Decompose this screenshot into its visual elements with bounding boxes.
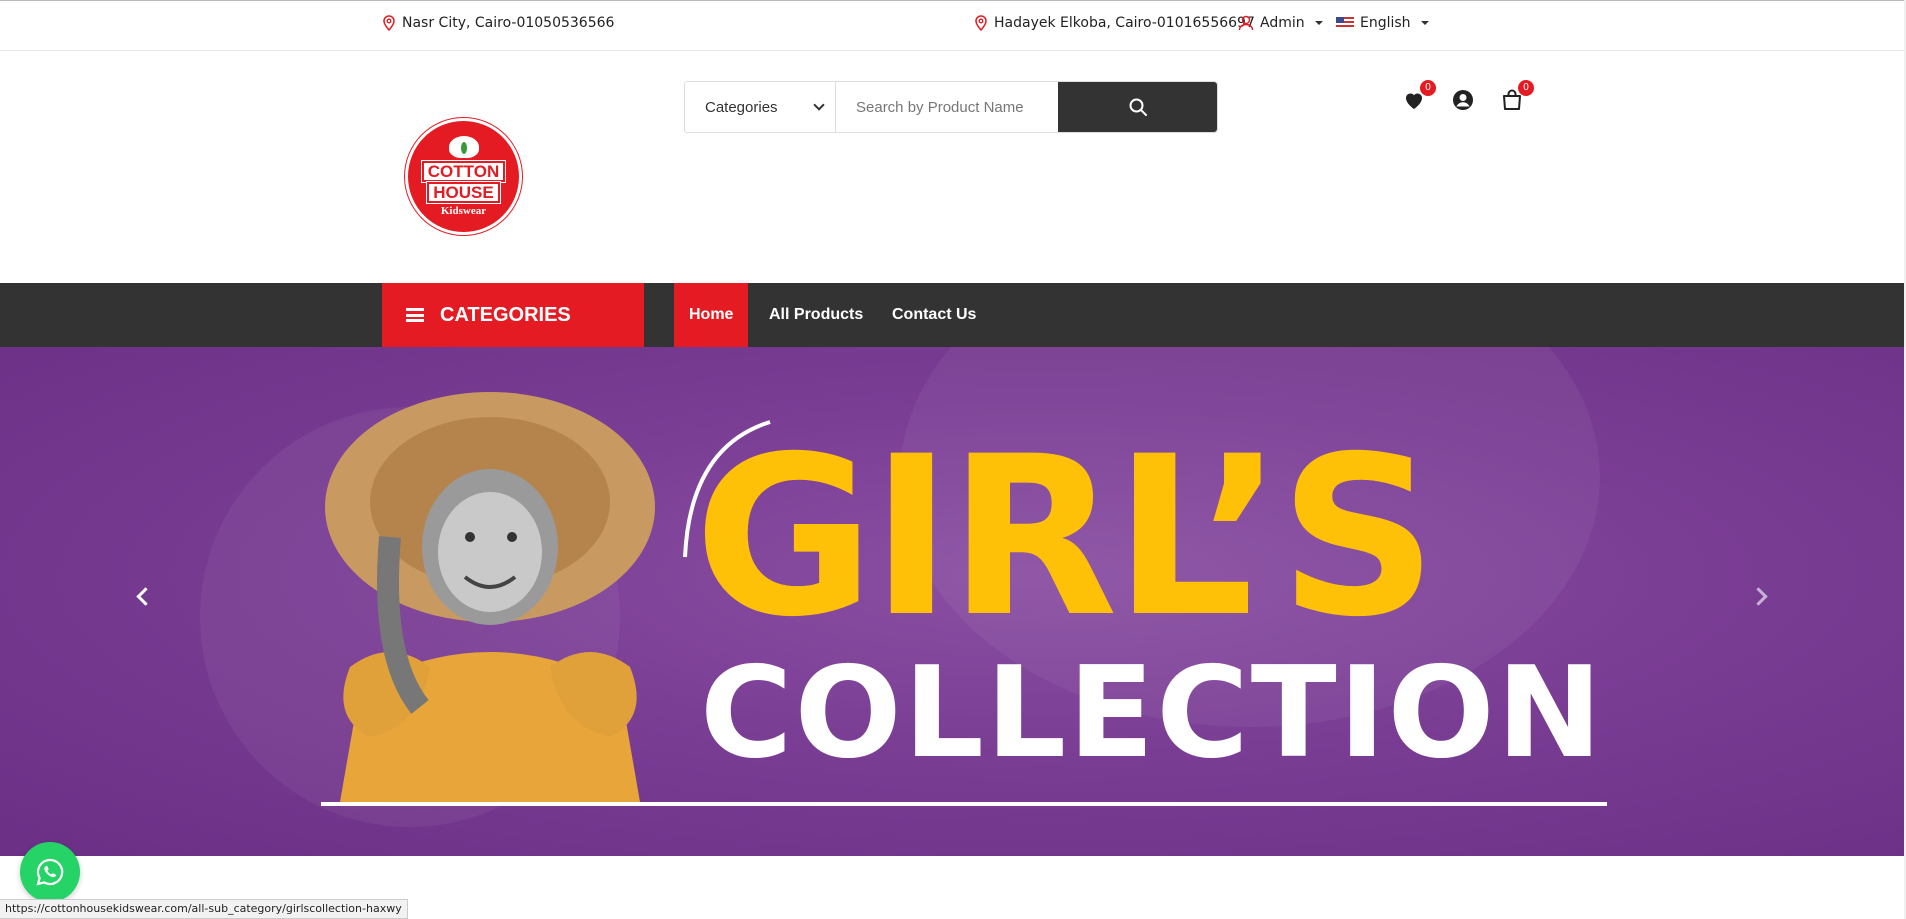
admin-dropdown[interactable]: Admin [1238, 15, 1323, 31]
hero-title-line2: COLLECTION [700, 639, 1605, 786]
cart-count-badge: 0 [1518, 80, 1534, 96]
categories-menu-button[interactable]: CATEGORIES [382, 283, 644, 347]
nav-all-products[interactable]: All Products [754, 283, 878, 347]
heart-icon: 0 [1402, 80, 1436, 112]
language-dropdown[interactable]: English [1336, 15, 1429, 31]
us-flag-icon [1336, 17, 1354, 29]
chevron-down-icon [813, 99, 825, 111]
logo-line2: HOUSE [426, 181, 501, 204]
whatsapp-icon [36, 858, 64, 886]
girl-photo [325, 392, 655, 802]
caret-down-icon [1314, 21, 1323, 25]
logo-line3: Kidswear [440, 205, 487, 217]
top-bar: Nasr City, Cairo-01050536566 Hadayek Elk… [0, 0, 1904, 51]
branch-nasr-city-text: Nasr City, Cairo-01050536566 [402, 15, 615, 31]
nav-contact-us[interactable]: Contact Us [877, 283, 991, 347]
branch-nasr-city[interactable]: Nasr City, Cairo-01050536566 [382, 15, 614, 31]
location-pin-icon [975, 15, 987, 31]
logo-line1: COTTON [420, 160, 507, 183]
browser-status-url: https://cottonhousekidswear.com/all-sub_… [0, 899, 408, 919]
category-select[interactable]: Categories [685, 82, 836, 132]
hero-title-line1: GIRL’S [694, 409, 1437, 665]
carousel-prev-arrow-icon[interactable] [134, 587, 152, 605]
page: Nasr City, Cairo-01050536566 Hadayek Elk… [0, 0, 1906, 919]
categories-label: CATEGORIES [440, 303, 571, 326]
search-icon [1129, 98, 1147, 116]
cotton-icon [448, 136, 479, 158]
main-nav: CATEGORIES Home All Products Contact Us [0, 283, 1904, 347]
caret-down-icon [1420, 21, 1429, 25]
branch-hadayek-text: Hadayek Elkoba, Cairo-01016556697 [994, 15, 1255, 31]
user-icon [1238, 15, 1254, 31]
logo[interactable]: COTTON HOUSE Kidswear [405, 118, 522, 235]
carousel-next-arrow-icon[interactable] [1752, 587, 1770, 605]
search-bar: Categories [684, 81, 1218, 133]
search-button[interactable] [1058, 82, 1217, 132]
header: COTTON HOUSE Kidswear Categories 0 [0, 51, 1904, 283]
hero-banner[interactable]: GIRL’S COLLECTION [0, 347, 1904, 856]
category-select-label: Categories [705, 98, 778, 116]
nav-home[interactable]: Home [674, 283, 749, 347]
location-pin-icon [383, 15, 395, 31]
branch-hadayek-elkoba[interactable]: Hadayek Elkoba, Cairo-01016556697 [974, 15, 1255, 31]
whatsapp-button[interactable] [20, 842, 80, 902]
shopping-bag-icon: 0 [1500, 80, 1534, 112]
hamburger-icon [406, 308, 424, 322]
search-input[interactable] [836, 82, 1058, 132]
hero-underline [321, 802, 1607, 806]
language-label: English [1360, 15, 1411, 31]
user-circle-icon [1451, 88, 1475, 112]
admin-label: Admin [1260, 15, 1305, 31]
wishlist-count-badge: 0 [1420, 80, 1436, 96]
